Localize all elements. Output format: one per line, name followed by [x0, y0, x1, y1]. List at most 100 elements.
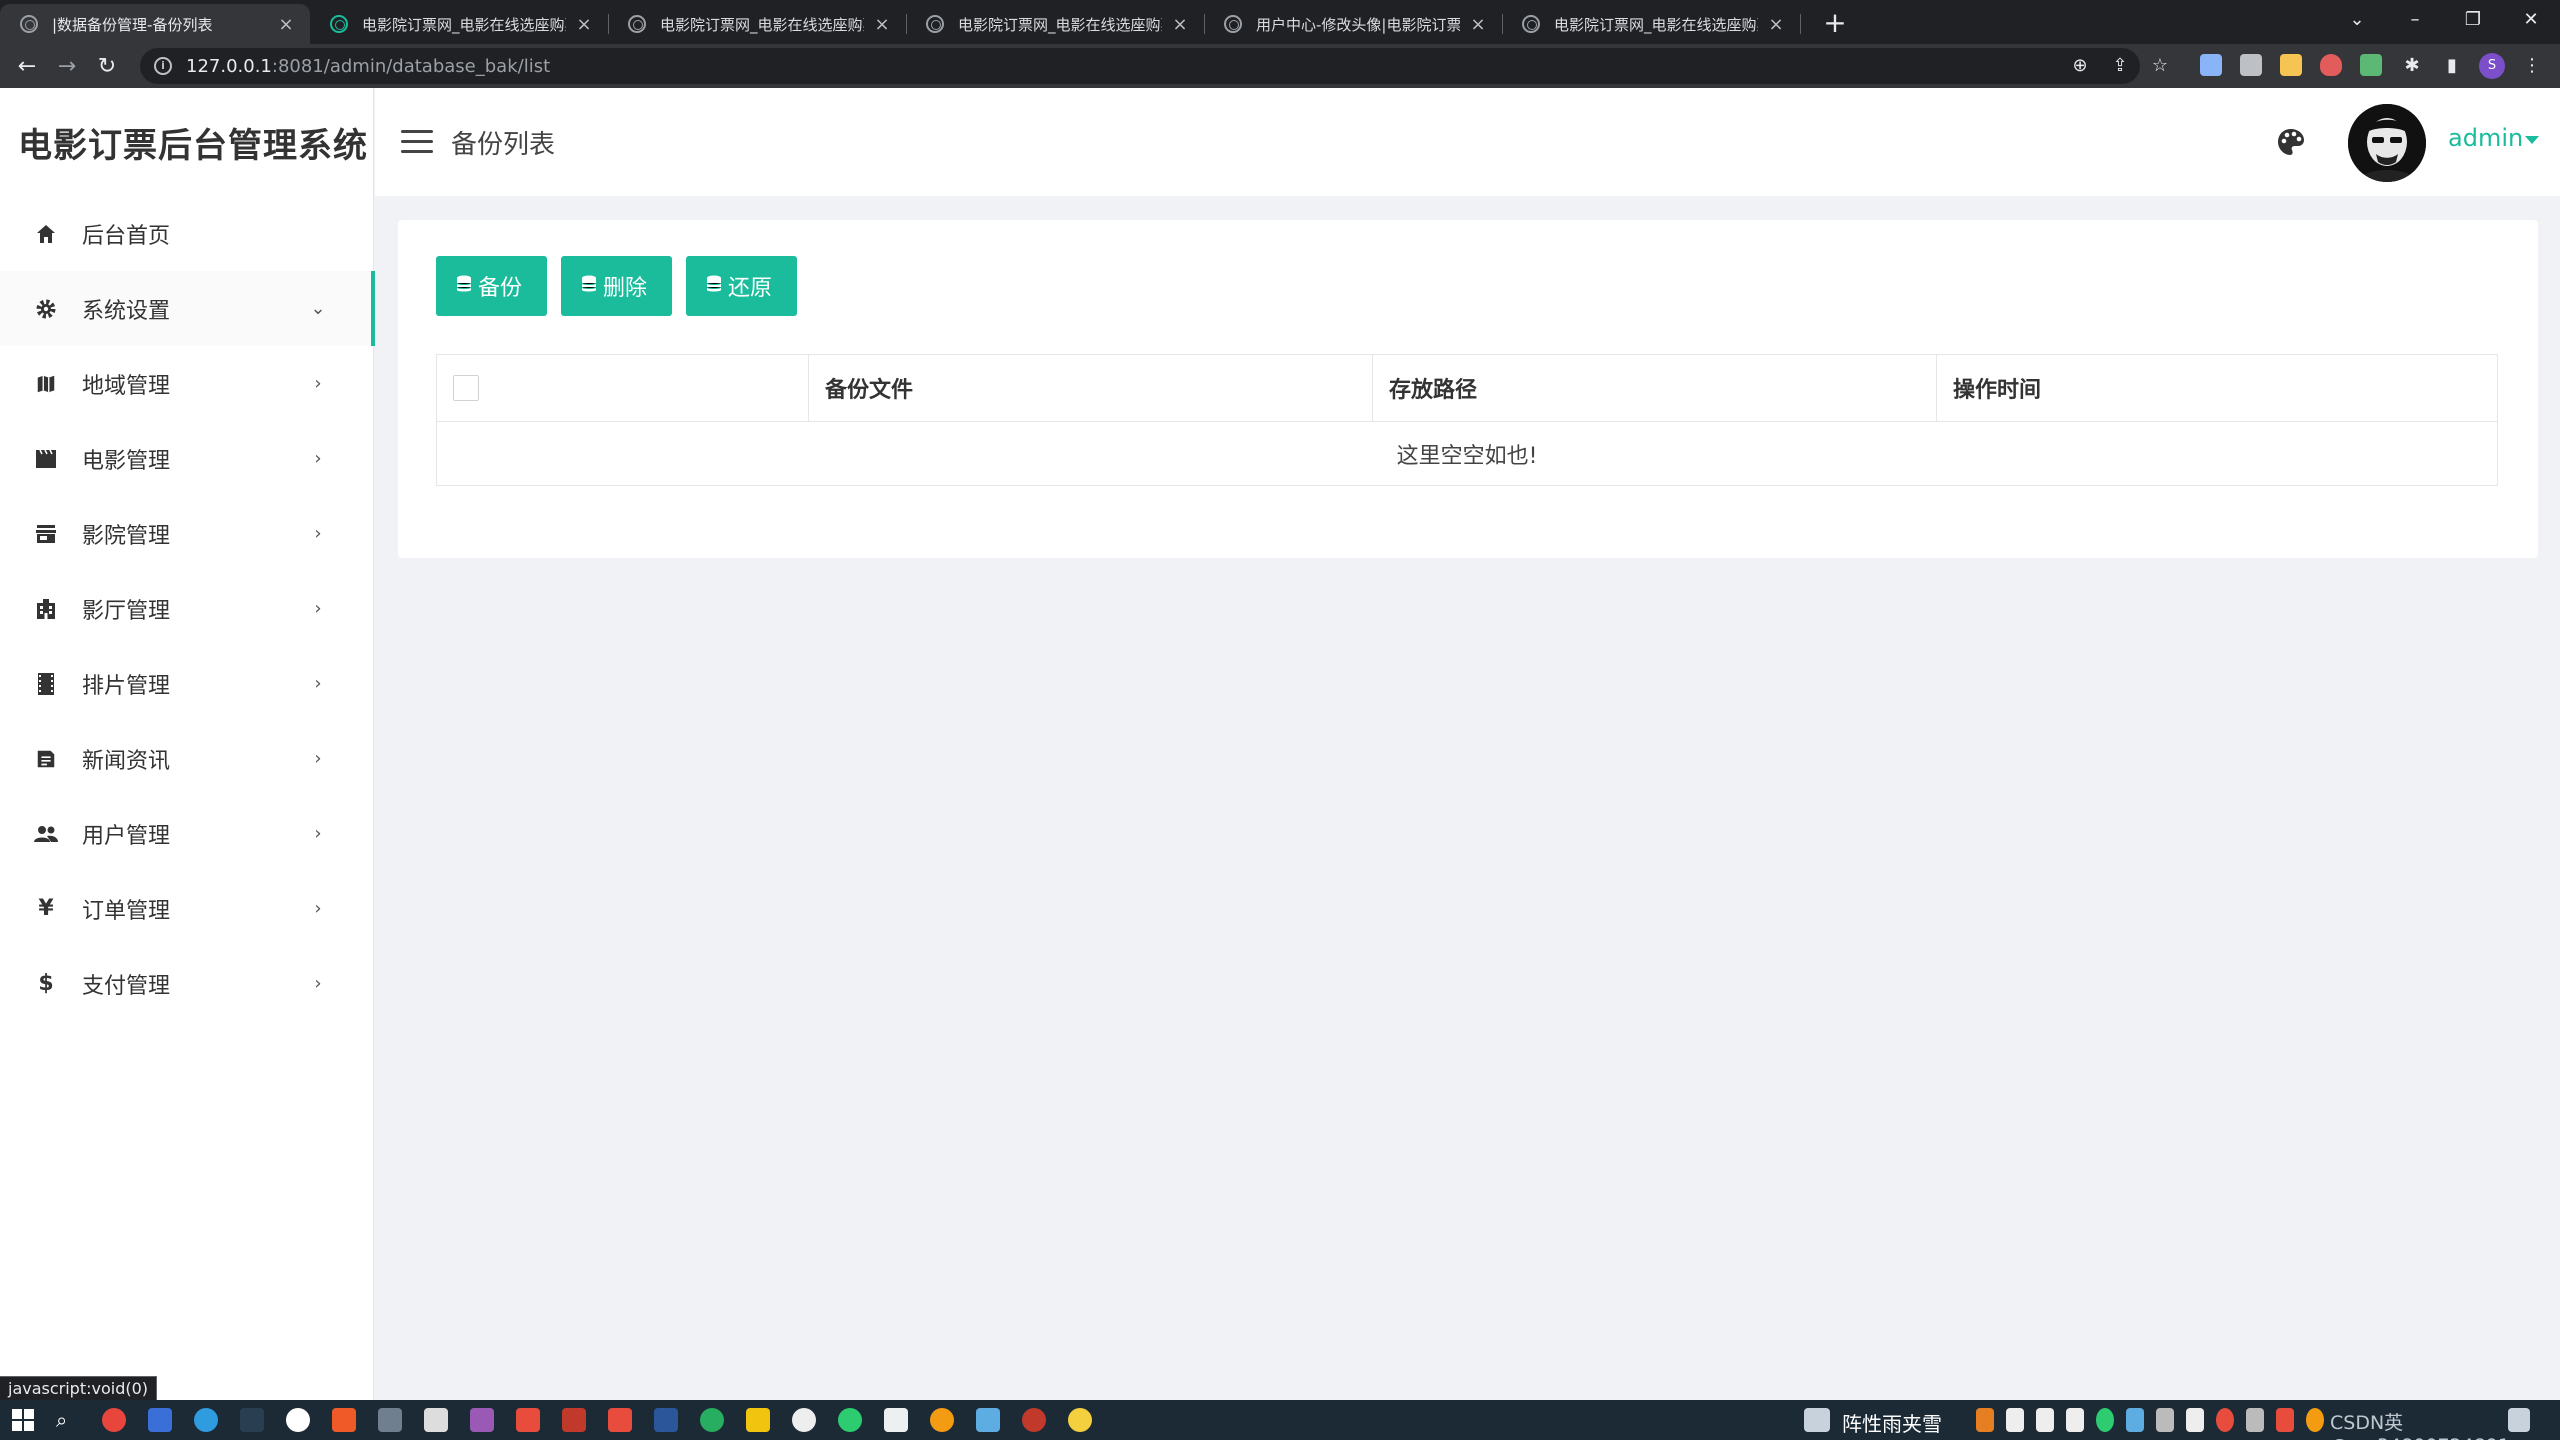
tray-app-icon[interactable]: [2036, 1408, 2054, 1432]
tray-app-icon[interactable]: [2306, 1408, 2324, 1432]
column-header-backup-file[interactable]: 备份文件: [808, 354, 1373, 422]
edge-taskbar-icon[interactable]: [194, 1408, 218, 1432]
browser-tab-3[interactable]: 电影院订票网_电影在线选座购票 ×: [608, 4, 907, 44]
close-icon[interactable]: ×: [1766, 14, 1786, 35]
sidebar-item-users[interactable]: 用户管理 ›: [0, 796, 374, 871]
avatar[interactable]: [2348, 104, 2426, 182]
tray-app-icon[interactable]: [2066, 1408, 2084, 1432]
kebab-menu-icon[interactable]: ⋮: [2518, 52, 2546, 80]
minimize-button[interactable]: –: [2390, 2, 2440, 38]
extension-shield-icon[interactable]: [2320, 54, 2342, 76]
sidebar-item-region[interactable]: 地域管理 ›: [0, 346, 374, 421]
app-taskbar-icon[interactable]: [378, 1408, 402, 1432]
sidebar-item-orders[interactable]: ¥ 订单管理 ›: [0, 871, 374, 946]
new-tab-button[interactable]: +: [1818, 6, 1852, 40]
browser-tab-title: 用户中心-修改头像|电影院订票网: [1256, 15, 1460, 34]
extension-chat-icon[interactable]: [2200, 54, 2222, 76]
browser-tab-1[interactable]: |数据备份管理-备份列表 ×: [0, 4, 310, 44]
app-taskbar-icon[interactable]: [930, 1408, 954, 1432]
close-window-button[interactable]: ✕: [2506, 2, 2556, 38]
tray-wechat-icon[interactable]: [2096, 1408, 2114, 1432]
reload-button[interactable]: ↻: [90, 50, 124, 84]
notification-icon[interactable]: [2508, 1408, 2530, 1432]
side-panel-icon[interactable]: ▮: [2438, 52, 2466, 80]
select-all-checkbox[interactable]: [453, 375, 479, 401]
tray-app-icon[interactable]: [1976, 1408, 1994, 1432]
info-icon[interactable]: i: [154, 57, 172, 75]
extension-leaf-icon[interactable]: [2360, 54, 2382, 76]
forward-button[interactable]: →: [50, 50, 84, 84]
app-taskbar-icon[interactable]: [470, 1408, 494, 1432]
tray-app-icon[interactable]: [2186, 1408, 2204, 1432]
close-icon[interactable]: ×: [574, 14, 594, 35]
menu-toggle-icon[interactable]: [401, 130, 433, 154]
close-icon[interactable]: ×: [276, 14, 296, 35]
username-label[interactable]: admin: [2448, 124, 2523, 152]
store-icon: [32, 520, 60, 548]
sidebar-item-payment[interactable]: $ 支付管理 ›: [0, 946, 374, 1021]
app-taskbar-icon[interactable]: [976, 1408, 1000, 1432]
browser-tab-5[interactable]: 用户中心-修改头像|电影院订票网 ×: [1204, 4, 1503, 44]
app-taskbar-icon[interactable]: [562, 1408, 586, 1432]
sidebar-item-news[interactable]: 新闻资讯 ›: [0, 721, 374, 796]
tray-app-icon[interactable]: [2276, 1408, 2294, 1432]
palette-icon[interactable]: [2275, 126, 2307, 158]
sidebar-item-hall[interactable]: 影厅管理 ›: [0, 571, 374, 646]
tray-app-icon[interactable]: [2246, 1408, 2264, 1432]
app-taskbar-icon[interactable]: [332, 1408, 356, 1432]
app-taskbar-icon[interactable]: [884, 1408, 908, 1432]
browser-tab-2[interactable]: 电影院订票网_电影在线选座购票 ×: [310, 4, 609, 44]
word-taskbar-icon[interactable]: [654, 1408, 678, 1432]
wechat-taskbar-icon[interactable]: [838, 1408, 862, 1432]
caret-down-icon[interactable]: [2525, 136, 2539, 144]
browser-tab-6[interactable]: 电影院订票网_电影在线选座购票 ×: [1502, 4, 1801, 44]
back-button[interactable]: ←: [10, 50, 44, 84]
app-taskbar-icon[interactable]: [1022, 1408, 1046, 1432]
app-taskbar-icon[interactable]: [240, 1408, 264, 1432]
app-taskbar-icon[interactable]: [608, 1408, 632, 1432]
app-taskbar-icon[interactable]: [792, 1408, 816, 1432]
sidebar-item-system-settings[interactable]: 系统设置 ⌄: [0, 271, 375, 346]
tray-app-icon[interactable]: [2156, 1408, 2174, 1432]
bookmark-star-icon[interactable]: ☆: [2146, 52, 2174, 80]
news-tray-icon[interactable]: [1804, 1408, 1830, 1432]
address-bar[interactable]: i 127.0.0.1:8081/admin/database_bak/list: [140, 48, 2140, 84]
profile-avatar[interactable]: S: [2479, 53, 2505, 79]
delete-button[interactable]: 删除: [561, 256, 672, 316]
app-taskbar-icon[interactable]: [148, 1408, 172, 1432]
app-taskbar-icon[interactable]: [700, 1408, 724, 1432]
tab-search-icon[interactable]: ⌄: [2332, 2, 2382, 38]
restore-button[interactable]: 还原: [686, 256, 797, 316]
table-header-row: 备份文件 存放路径 操作时间: [436, 354, 2498, 422]
app-taskbar-icon[interactable]: [424, 1408, 448, 1432]
sidebar-item-cinema[interactable]: 影院管理 ›: [0, 496, 374, 571]
zoom-icon[interactable]: ⊕: [2066, 52, 2094, 80]
record-taskbar-icon[interactable]: [286, 1408, 310, 1432]
sidebar-item-schedule[interactable]: 排片管理 ›: [0, 646, 374, 721]
close-icon[interactable]: ×: [1170, 14, 1190, 35]
close-icon[interactable]: ×: [872, 14, 892, 35]
windows-start-icon[interactable]: [12, 1409, 34, 1431]
building-icon: [32, 595, 60, 623]
tray-app-icon[interactable]: [2006, 1408, 2024, 1432]
tray-app-icon[interactable]: [2126, 1408, 2144, 1432]
sidebar-item-movie[interactable]: 电影管理 ›: [0, 421, 374, 496]
backup-button[interactable]: 备份: [436, 256, 547, 316]
column-header-storage-path[interactable]: 存放路径: [1372, 354, 1937, 422]
app-taskbar-icon[interactable]: [1068, 1408, 1092, 1432]
weather-tray-text[interactable]: 阵性雨夹雪: [1842, 1408, 1942, 1437]
extension-image-icon[interactable]: [2280, 54, 2302, 76]
restore-button[interactable]: ❐: [2448, 2, 2498, 38]
chrome-taskbar-icon[interactable]: [102, 1408, 126, 1432]
app-taskbar-icon[interactable]: [516, 1408, 540, 1432]
column-header-operation-time[interactable]: 操作时间: [1936, 354, 2498, 422]
tray-app-icon[interactable]: [2216, 1408, 2234, 1432]
close-icon[interactable]: ×: [1468, 14, 1488, 35]
search-icon[interactable]: ⌕: [56, 1408, 80, 1432]
sidebar-item-home[interactable]: 后台首页: [0, 196, 374, 271]
extension-camera-icon[interactable]: [2240, 54, 2262, 76]
share-icon[interactable]: ⇪: [2106, 52, 2134, 80]
browser-tab-4[interactable]: 电影院订票网_电影在线选座购票 ×: [906, 4, 1205, 44]
folder-taskbar-icon[interactable]: [746, 1408, 770, 1432]
puzzle-icon[interactable]: ✱: [2398, 52, 2426, 80]
